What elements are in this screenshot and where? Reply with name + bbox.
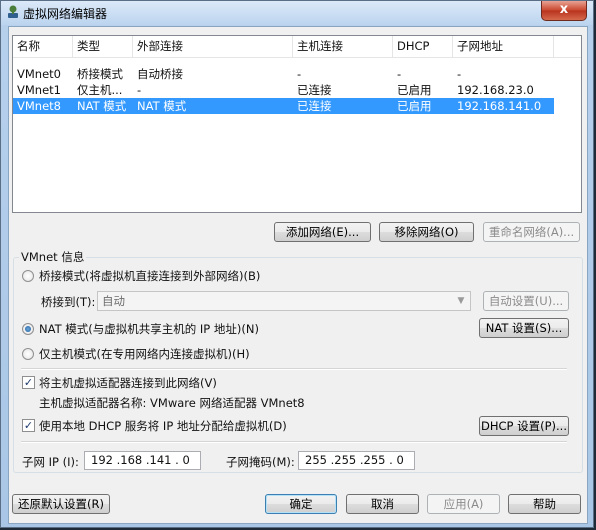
- cell-subnet: 192.168.141.0: [457, 99, 542, 113]
- cell-external: -: [137, 83, 142, 97]
- column-header-subnet[interactable]: 子网地址: [453, 36, 554, 57]
- cell-type: 仅主机...: [77, 83, 123, 97]
- column-header-dhcp[interactable]: DHCP: [393, 36, 453, 57]
- close-icon: x: [559, 2, 569, 17]
- vmnet-info-label: VMnet 信息: [19, 249, 87, 265]
- bridged-radio[interactable]: [22, 270, 34, 282]
- cell-subnet: -: [457, 67, 462, 81]
- apply-button[interactable]: 应用(A): [427, 494, 500, 514]
- restore-defaults-button[interactable]: 还原默认设置(R): [12, 494, 110, 514]
- bridged-label[interactable]: 桥接模式(将虚拟机直接连接到外部网络)(B): [39, 268, 260, 284]
- adapter-name-label: 主机虚拟适配器名称: VMware 网络适配器 VMnet8: [39, 396, 305, 410]
- cell-host: -: [297, 67, 302, 81]
- add-network-button[interactable]: 添加网络(E)...: [274, 222, 371, 242]
- cell-name: VMnet1: [17, 83, 61, 97]
- bridged-to-label: 桥接到(T):: [41, 295, 96, 309]
- cell-type: 桥接模式: [77, 67, 123, 81]
- dhcp-settings-button[interactable]: DHCP 设置(P)...: [479, 416, 569, 436]
- column-header-type[interactable]: 类型: [73, 36, 133, 57]
- cell-type: NAT 模式: [77, 99, 127, 113]
- close-button[interactable]: x: [541, 1, 587, 21]
- ok-button[interactable]: 确定: [265, 494, 337, 514]
- title-bar[interactable]: 虚拟网络编辑器 x: [1, 1, 593, 25]
- bridged-to-value: 自动: [102, 294, 125, 308]
- help-button[interactable]: 帮助: [508, 494, 581, 514]
- host-only-label[interactable]: 仅主机模式(在专用网络内连接虚拟机)(H): [39, 346, 250, 362]
- subnet-ip-label: 子网 IP (I):: [22, 455, 79, 469]
- table-row[interactable]: VMnet1 仅主机... - 已连接 已启用 192.168.23.0: [13, 82, 581, 98]
- column-header-external[interactable]: 外部连接: [133, 36, 293, 57]
- nat-settings-button[interactable]: NAT 设置(S)...: [479, 318, 569, 338]
- cell-dhcp: -: [397, 67, 402, 81]
- chevron-down-icon: ▼: [457, 296, 465, 306]
- connect-adapter-label[interactable]: 将主机虚拟适配器连接到此网络(V): [39, 375, 217, 391]
- table-row[interactable]: VMnet0 桥接模式 自动桥接 - - -: [13, 66, 581, 82]
- cell-name: VMnet8: [17, 99, 61, 113]
- auto-settings-button[interactable]: 自动设置(U)...: [483, 291, 569, 311]
- cell-dhcp: 已启用: [397, 83, 432, 97]
- dialog-client-area: 名称 类型 外部连接 主机连接 DHCP 子网地址 VMnet0 桥接模式 自动…: [8, 26, 588, 524]
- network-editor-icon: [8, 5, 18, 18]
- cell-external: NAT 模式: [137, 99, 187, 113]
- divider: [21, 441, 567, 443]
- connect-adapter-checkbox[interactable]: ✓: [22, 376, 35, 389]
- host-only-radio[interactable]: [22, 348, 34, 360]
- divider: [21, 368, 567, 370]
- cell-host: 已连接: [297, 99, 332, 113]
- cell-host: 已连接: [297, 83, 332, 97]
- cell-name: VMnet0: [17, 67, 61, 81]
- column-header-host[interactable]: 主机连接: [293, 36, 393, 57]
- cell-dhcp: 已启用: [397, 99, 432, 113]
- virtual-network-editor-window: 虚拟网络编辑器 x 名称 类型 外部连接 主机连接 DHCP 子网地址 VMne…: [0, 0, 594, 528]
- cell-external: 自动桥接: [137, 67, 183, 81]
- remove-network-button[interactable]: 移除网络(O): [379, 222, 474, 242]
- nat-label[interactable]: NAT 模式(与虚拟机共享主机的 IP 地址)(N): [39, 321, 259, 337]
- nat-radio[interactable]: [22, 323, 34, 335]
- network-table[interactable]: 名称 类型 外部连接 主机连接 DHCP 子网地址 VMnet0 桥接模式 自动…: [12, 35, 582, 213]
- dhcp-label[interactable]: 使用本地 DHCP 服务将 IP 地址分配给虚拟机(D): [39, 418, 287, 434]
- subnet-mask-field[interactable]: 255 .255 .255 . 0: [298, 451, 415, 470]
- subnet-mask-label: 子网掩码(M):: [226, 455, 295, 469]
- dhcp-checkbox[interactable]: ✓: [22, 419, 35, 432]
- cell-subnet: 192.168.23.0: [457, 83, 534, 97]
- column-header-name[interactable]: 名称: [13, 36, 73, 57]
- table-header: 名称 类型 外部连接 主机连接 DHCP 子网地址: [13, 36, 581, 58]
- window-title: 虚拟网络编辑器: [23, 7, 108, 21]
- bridged-to-select[interactable]: 自动 ▼: [97, 291, 471, 311]
- table-row-selected[interactable]: VMnet8 NAT 模式 NAT 模式 已连接 已启用 192.168.141…: [13, 98, 554, 114]
- subnet-ip-field[interactable]: 192 .168 .141 . 0: [84, 451, 201, 470]
- rename-network-button[interactable]: 重命名网络(A)...: [483, 222, 580, 242]
- cancel-button[interactable]: 取消: [346, 494, 419, 514]
